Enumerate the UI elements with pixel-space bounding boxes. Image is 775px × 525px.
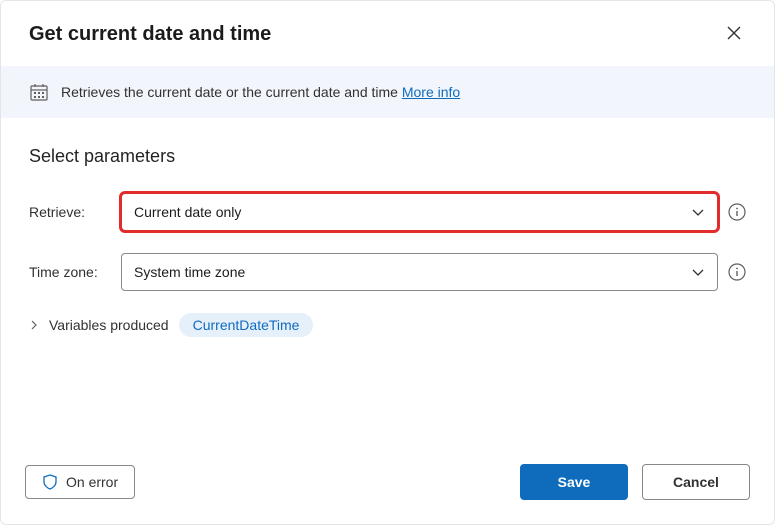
retrieve-select[interactable]: Current date only (121, 193, 718, 231)
info-banner: Retrieves the current date or the curren… (1, 66, 774, 118)
close-icon (726, 25, 742, 41)
timezone-value: System time zone (134, 264, 245, 280)
chevron-right-icon[interactable] (29, 320, 39, 330)
dialog-body: Select parameters Retrieve: Current date… (1, 118, 774, 448)
variables-row: Variables produced CurrentDateTime (29, 313, 746, 337)
retrieve-value: Current date only (134, 204, 241, 220)
cancel-button[interactable]: Cancel (642, 464, 750, 500)
dialog-header: Get current date and time (1, 1, 774, 66)
retrieve-label: Retrieve: (29, 204, 111, 220)
variable-chip[interactable]: CurrentDateTime (179, 313, 314, 337)
on-error-button[interactable]: On error (25, 465, 135, 499)
dialog-title: Get current date and time (29, 23, 271, 46)
section-title: Select parameters (29, 146, 746, 167)
banner-message: Retrieves the current date or the curren… (61, 84, 402, 100)
variables-label[interactable]: Variables produced (49, 317, 169, 333)
banner-text: Retrieves the current date or the curren… (61, 84, 460, 100)
shield-icon (42, 474, 58, 490)
calendar-icon (29, 82, 49, 102)
info-icon[interactable] (728, 203, 746, 221)
timezone-row: Time zone: System time zone (29, 253, 746, 291)
info-icon[interactable] (728, 263, 746, 281)
close-button[interactable] (722, 21, 746, 48)
chevron-down-icon (691, 265, 705, 279)
chevron-down-icon (691, 205, 705, 219)
dialog-footer: On error Save Cancel (1, 448, 774, 524)
on-error-label: On error (66, 474, 118, 490)
timezone-select[interactable]: System time zone (121, 253, 718, 291)
retrieve-row: Retrieve: Current date only (29, 193, 746, 231)
footer-actions: Save Cancel (520, 464, 750, 500)
timezone-label: Time zone: (29, 264, 111, 280)
save-button[interactable]: Save (520, 464, 628, 500)
more-info-link[interactable]: More info (402, 84, 460, 100)
